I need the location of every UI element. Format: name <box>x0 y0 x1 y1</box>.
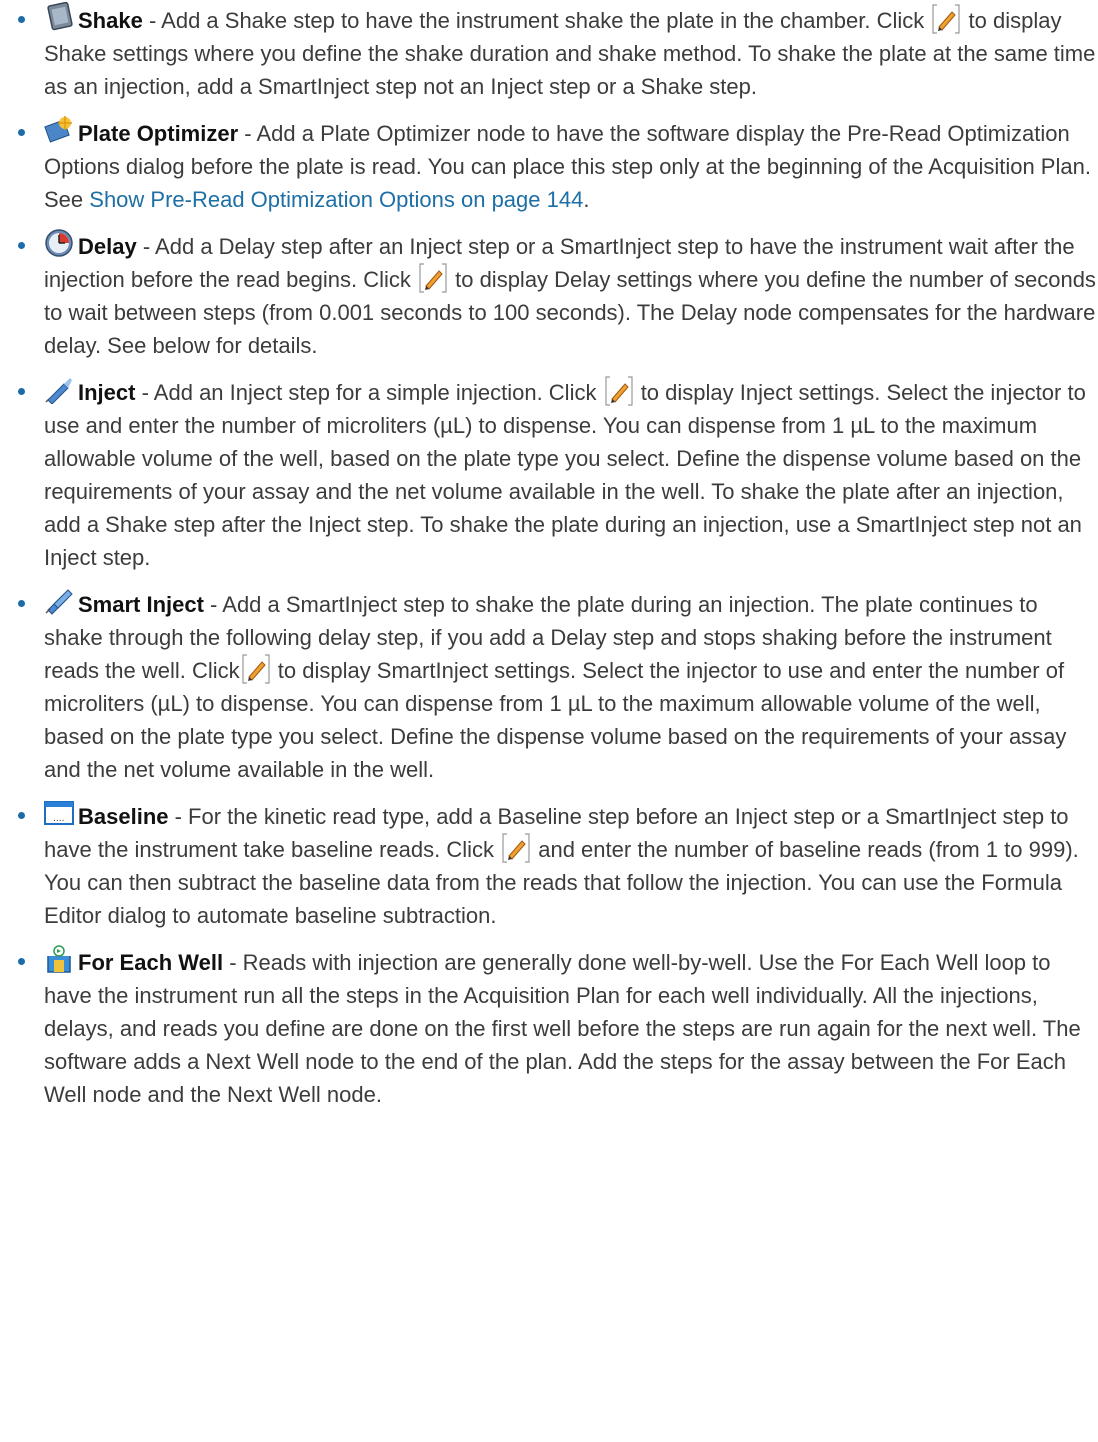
smart-inject-icon <box>44 586 74 616</box>
delay-icon <box>44 228 74 258</box>
inject-icon <box>44 374 74 404</box>
plate-optimizer-icon <box>44 115 74 145</box>
list-item-plate-optimizer: Plate Optimizer - Add a Plate Optimizer … <box>14 115 1098 216</box>
step-name: Plate Optimizer <box>78 121 239 146</box>
list-item-baseline: .... Baseline - For the kinetic read typ… <box>14 798 1098 932</box>
step-list: Shake - Add a Shake step to have the ins… <box>0 2 1098 1111</box>
pencil-edit-icon[interactable] <box>502 833 530 863</box>
pencil-edit-icon[interactable] <box>932 4 961 34</box>
step-text: - Add a Shake step to have the instrumen… <box>142 8 931 33</box>
step-text: . <box>583 187 590 212</box>
svg-text:....: .... <box>53 814 64 824</box>
list-item-for-each-well: For Each Well - Reads with injection are… <box>14 944 1098 1111</box>
step-name: Delay <box>78 234 137 259</box>
list-item-inject: Inject - Add an Inject step for a simple… <box>14 374 1098 574</box>
step-name: Baseline <box>78 804 169 829</box>
step-name: Smart Inject <box>78 592 204 617</box>
pencil-edit-icon[interactable] <box>604 376 633 406</box>
step-text: to display Inject settings. Select the i… <box>44 380 1086 570</box>
cross-reference-link[interactable]: Show Pre-Read Optimization Options on pa… <box>89 187 583 212</box>
list-item-smart-inject: Smart Inject - Add a SmartInject step to… <box>14 586 1098 786</box>
list-item-shake: Shake - Add a Shake step to have the ins… <box>14 2 1098 103</box>
pencil-edit-icon[interactable] <box>242 654 270 684</box>
step-name: For Each Well <box>78 950 224 975</box>
list-item-delay: Delay - Add a Delay step after an Inject… <box>14 228 1098 362</box>
shake-icon <box>44 2 74 32</box>
baseline-icon: .... <box>44 798 74 828</box>
for-each-well-icon <box>44 944 74 974</box>
step-text: - Add an Inject step for a simple inject… <box>135 380 603 405</box>
step-name: Shake <box>78 8 143 33</box>
pencil-edit-icon[interactable] <box>419 263 447 293</box>
step-name: Inject <box>78 380 136 405</box>
